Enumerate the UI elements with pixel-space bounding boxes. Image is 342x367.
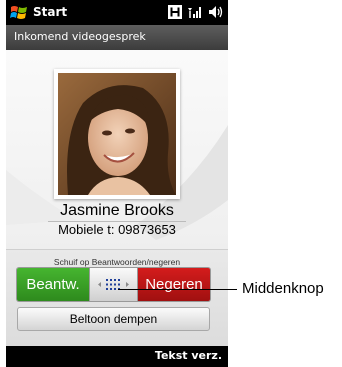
callout-label: Middenknop [242,280,324,297]
start-menu-label[interactable]: Start [33,4,67,21]
speaker-volume-icon [209,6,223,18]
signal-strength-icon [188,7,201,18]
phone-screen: Start Inkomend videogesprek Jasmine Broo… [6,0,228,367]
knob-grip-icon [98,279,129,290]
caller-photo [58,73,176,195]
slide-hint-text: Schuif op Beantwoorden/negeren [53,257,181,267]
status-bar: Start [6,0,228,25]
send-text-softkey[interactable]: Tekst verz. [155,349,222,362]
answer-zone[interactable]: Beantw. [17,268,89,301]
windows-flag-icon[interactable] [10,4,28,21]
incoming-call-panel: Jasmine Brooks Mobiele t: 09873653 Schui… [6,50,228,347]
h-connection-icon [168,5,182,19]
caller-name: Jasmine Brooks [60,202,174,219]
reject-zone[interactable]: Negeren [138,268,210,301]
center-knob[interactable] [89,268,138,301]
call-header: Inkomend videogesprek [6,25,228,50]
caller-number: Mobiele t: 09873653 [58,222,176,237]
caller-photo-frame [54,69,180,199]
answer-reject-slider[interactable]: Beantw. Negeren [17,268,210,301]
status-icons [168,5,224,19]
callout-line [118,289,237,290]
softkey-bar: Tekst verz. [6,346,228,367]
call-header-label: Inkomend videogesprek [14,30,146,43]
mute-ringtone-button[interactable]: Beltoon dempen [17,307,210,331]
call-controls-panel: Schuif op Beantwoorden/negeren Beantw. N… [6,249,228,347]
